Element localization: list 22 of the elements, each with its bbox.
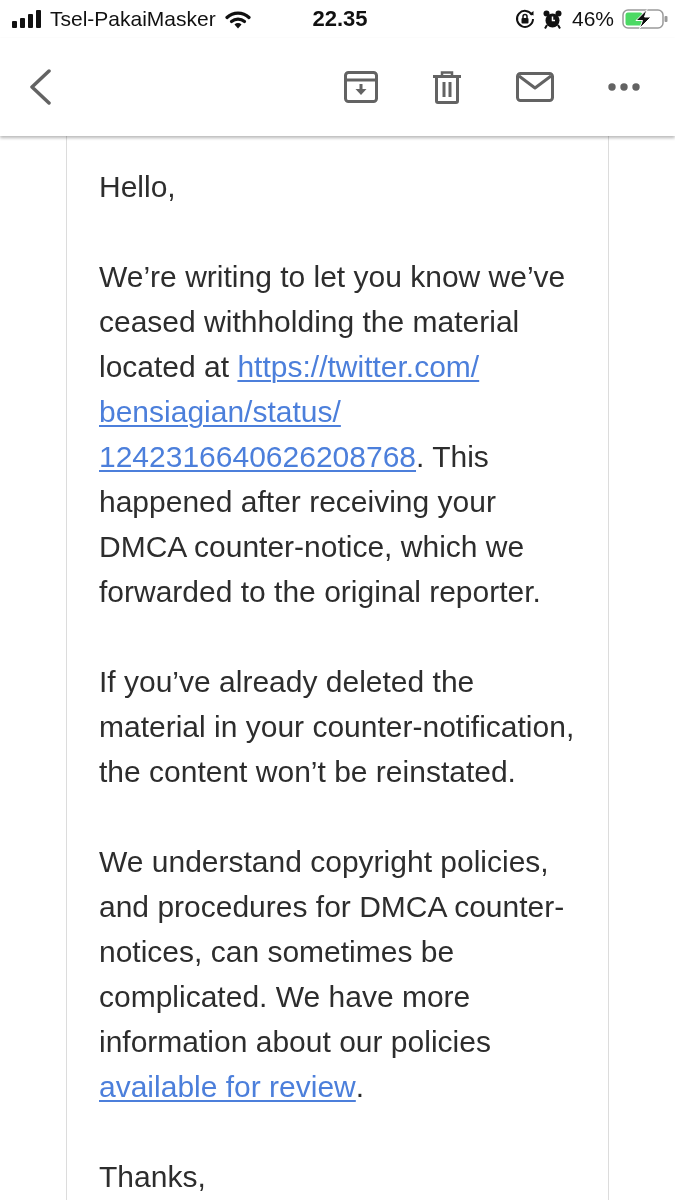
email-paragraph: We’re writing to let you know we’ve ceased withholding the material located at https://twitter.com/ bensiagian/status/ 1242316640626208768. This happened after receiving your DMCA counter-notice, which we forwarded to the original reporter. bbox=[99, 259, 567, 610]
email-paragraph: We understand copyright policies, and procedures for DMCA counter-notices, can sometimes be complicated. We have more information about our policies available for review. bbox=[99, 839, 581, 1109]
carrier-name: Tsel-PakaiMasker bbox=[50, 7, 216, 31]
battery-charging-icon bbox=[622, 9, 668, 29]
signal-icon bbox=[12, 10, 41, 28]
archive-icon[interactable] bbox=[344, 71, 378, 103]
text-link[interactable]: 1242316640626208768 bbox=[99, 434, 416, 479]
trash-icon[interactable] bbox=[432, 70, 462, 104]
text-link[interactable]: bensiagian/status/ bbox=[99, 389, 341, 434]
battery-percentage: 46% bbox=[571, 7, 614, 31]
back-icon[interactable] bbox=[28, 69, 52, 105]
wifi-icon bbox=[224, 9, 251, 29]
email-paragraph: Hello, bbox=[99, 169, 177, 205]
rotation-lock-icon bbox=[514, 9, 535, 29]
email-paragraph: If you’ve already deleted the material in your counter-notification, the content won’t be reinstated. bbox=[99, 664, 576, 790]
more-icon[interactable] bbox=[608, 83, 640, 91]
text-link[interactable]: https://twitter.com/ bbox=[237, 344, 480, 389]
text-link[interactable]: available for review bbox=[99, 1064, 356, 1109]
email-paragraph: Thanks, bbox=[99, 1159, 207, 1195]
clock-time: 22.35 bbox=[312, 6, 368, 32]
alarm-clock-icon bbox=[542, 9, 562, 29]
mail-icon[interactable] bbox=[516, 72, 554, 102]
